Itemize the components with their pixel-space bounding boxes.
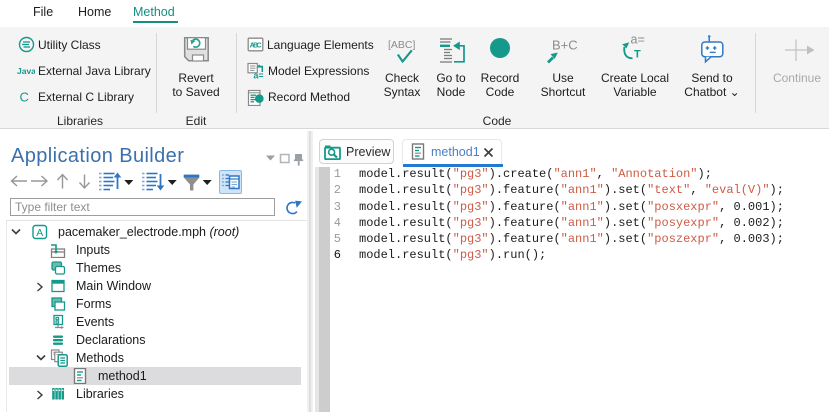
svg-text:C: C (20, 90, 29, 105)
svg-text:T: T (634, 49, 641, 61)
svg-text:Java: Java (17, 66, 35, 76)
svg-text:[ABC]: [ABC] (388, 39, 416, 51)
svg-text:a=: a= (631, 36, 645, 46)
svg-text:ABC: ABC (250, 42, 262, 49)
svg-text:A: A (36, 227, 43, 239)
svg-text:a=: a= (254, 70, 264, 79)
svg-text:B+C: B+C (552, 38, 578, 53)
